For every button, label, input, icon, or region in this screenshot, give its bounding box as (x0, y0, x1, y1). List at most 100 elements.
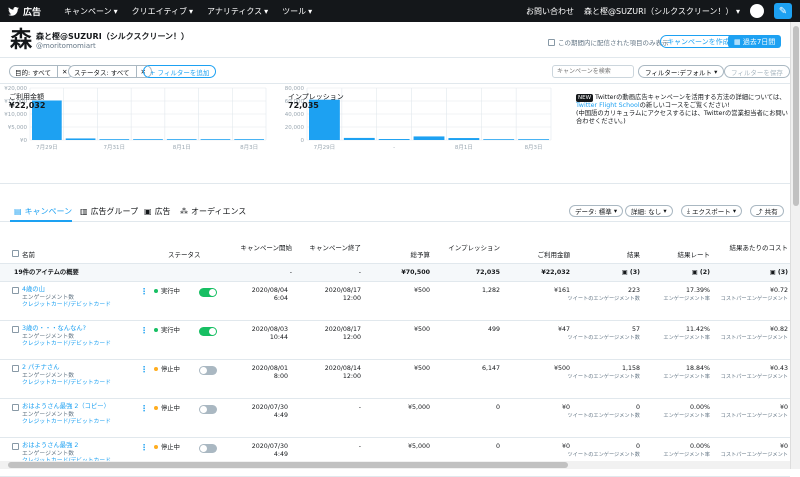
header-name[interactable]: 名前 (22, 251, 35, 259)
status-badge: 実行中 (154, 327, 180, 335)
table-row[interactable]: おはようさん最強 2（コピー） エンゲージメント数 クレジットカード/デビットカ… (0, 399, 790, 438)
date-range-button[interactable]: ▦ 過去7日間 (728, 35, 781, 48)
compose-tweet-icon[interactable]: ✎ (774, 3, 792, 19)
impressions-value: 499 (448, 326, 500, 334)
info-icon: ▣ (692, 269, 698, 276)
notice-text: Twitterの動画広告キャンペーンを活用する方法の詳細については、 (595, 94, 786, 101)
campaign-toggle[interactable] (199, 366, 217, 375)
more-options-icon[interactable]: ⋮ (140, 326, 148, 335)
more-options-icon[interactable]: ⋮ (140, 287, 148, 296)
results-value: 0 (576, 404, 640, 412)
more-options-icon[interactable]: ⋮ (140, 404, 148, 413)
checkbox-icon[interactable] (12, 443, 19, 450)
filter-default-dropdown[interactable]: フィルター:デフォルト ▾ (638, 65, 724, 78)
campaign-toggle[interactable] (199, 444, 217, 453)
campaign-name-link[interactable]: おはようさん最強 2（コピー） (22, 403, 110, 411)
chevron-down-icon: ▾ (733, 207, 736, 215)
nav-creatives[interactable]: クリエイティブ▾ (132, 6, 193, 17)
cost-sub: コストパーエンゲージメント (712, 373, 788, 381)
row-checkbox[interactable] (12, 287, 19, 297)
header-rate[interactable]: 結果レート (656, 251, 710, 259)
info-icon: ▣ (622, 269, 628, 276)
summary-results: ▣ (3) (586, 269, 640, 277)
vertical-scrollbar[interactable] (790, 22, 800, 469)
save-filter-button[interactable]: フィルターを保存 (724, 65, 790, 78)
more-options-icon[interactable]: ⋮ (140, 443, 148, 452)
account-switcher[interactable]: 森と樫@SUZURI（シルクスクリーン！） ▾ (584, 6, 740, 17)
data-dropdown[interactable]: データ: 標準 ▾ (569, 205, 623, 217)
select-all-checkbox[interactable] (12, 250, 19, 259)
campaign-name-link[interactable]: 3歳の・・・なんなん? (22, 325, 86, 333)
checkbox-icon[interactable] (12, 326, 19, 333)
tab-ad-groups[interactable]: ▥広告グループ (80, 206, 138, 217)
checkbox-icon[interactable] (548, 39, 555, 46)
row-checkbox[interactable] (12, 404, 19, 414)
scrollbar-thumb[interactable] (8, 462, 568, 468)
audience-icon: ⁂ (180, 207, 188, 216)
flight-school-link[interactable]: Twitter Flight School (576, 102, 640, 109)
results-value: 223 (576, 287, 640, 295)
header-cost[interactable]: 結果あたりのコスト (728, 244, 788, 252)
row-checkbox[interactable] (12, 326, 19, 336)
add-filter-button[interactable]: + フィルターを追加 (143, 65, 216, 78)
checkbox-icon[interactable] (12, 250, 19, 257)
header-results[interactable]: 結果 (586, 251, 640, 259)
header-impressions[interactable]: インプレッション (448, 244, 500, 252)
table-row[interactable]: 2 パチナさん エンゲージメント数 クレジットカード/デビットカード ⋮ 停止中… (0, 360, 790, 399)
more-options-icon[interactable]: ⋮ (140, 365, 148, 374)
tab-audiences[interactable]: ⁂オーディエンス (180, 206, 246, 217)
cost-sub: コストパーエンゲージメント (712, 295, 788, 303)
period-only-checkbox[interactable]: この期間内に配信された項目のみ表示 (548, 37, 669, 47)
summary-cost: ▣ (3) (728, 269, 788, 277)
create-campaign-button[interactable]: キャンペーンを作成 (660, 35, 737, 48)
table-row[interactable]: 3歳の・・・なんなん? エンゲージメント数 クレジットカード/デビットカード ⋮… (0, 321, 790, 360)
campaign-name-link[interactable]: 2 パチナさん (22, 364, 60, 372)
end-time: 12:00 (305, 334, 361, 342)
campaign-toggle[interactable] (199, 405, 217, 414)
filter-chip-objective[interactable]: 目的: すべて✕ (9, 65, 74, 78)
header-budget[interactable]: 総予算 (380, 251, 430, 259)
nav-campaigns[interactable]: キャンペーン▾ (64, 6, 118, 17)
nav-label: キャンペーン (64, 6, 112, 17)
campaign-toggle[interactable] (199, 327, 217, 336)
campaign-funding[interactable]: クレジットカード/デビットカード (22, 418, 111, 426)
help-link[interactable]: お問い合わせ (526, 6, 574, 17)
start-time: 4:49 (232, 412, 288, 420)
row-checkbox[interactable] (12, 443, 19, 453)
campaign-name-link[interactable]: おはようさん最強 2 (22, 442, 78, 450)
table-row[interactable]: おはようさん最強 2 エンゲージメント数 クレジットカード/デビットカード ⋮ … (0, 438, 790, 477)
calendar-icon: ▦ (734, 38, 743, 46)
campaign-search-input[interactable] (552, 65, 634, 78)
share-button[interactable]: ⤴ 共有 (750, 205, 784, 217)
campaign-funding[interactable]: クレジットカード/デビットカード (22, 340, 111, 348)
close-icon[interactable]: ✕ (57, 66, 67, 77)
export-button[interactable]: ⤓ エクスポート ▾ (681, 205, 742, 217)
tab-ads[interactable]: ▣広告 (144, 206, 171, 217)
checkbox-icon[interactable] (12, 404, 19, 411)
horizontal-scrollbar[interactable] (0, 461, 790, 469)
header-end[interactable]: キャンペーン終了 (305, 244, 361, 252)
header-spend[interactable]: ご利用金額 (518, 251, 570, 259)
chevron-down-icon: ▾ (614, 207, 617, 215)
scrollbar-thumb[interactable] (793, 26, 799, 206)
y-tick-label: ¥5,000 (8, 125, 28, 131)
row-checkbox[interactable] (12, 365, 19, 375)
brand[interactable]: 広告 (0, 5, 64, 18)
filter-chip-status[interactable]: ステータス: すべて✕ (68, 65, 152, 78)
detail-dropdown[interactable]: 詳細: なし ▾ (625, 205, 673, 217)
nav-analytics[interactable]: アナリティクス▾ (207, 6, 268, 17)
header-status[interactable]: ステータス (168, 251, 201, 259)
campaign-toggle[interactable] (199, 288, 217, 297)
nav-label: クリエイティブ (132, 6, 187, 17)
nav-tools[interactable]: ツール▾ (282, 6, 312, 17)
campaign-funding[interactable]: クレジットカード/デビットカード (22, 379, 111, 387)
checkbox-icon[interactable] (12, 365, 19, 372)
campaign-funding[interactable]: クレジットカード/デビットカード (22, 301, 111, 309)
checkbox-icon[interactable] (12, 287, 19, 294)
tab-label: 広告 (155, 206, 171, 217)
table-row[interactable]: 4歳の山 エンゲージメント数 クレジットカード/デビットカード ⋮ 実行中 20… (0, 282, 790, 321)
header-start[interactable]: キャンペーン開始 (232, 244, 292, 252)
campaign-name-link[interactable]: 4歳の山 (22, 286, 45, 294)
tab-campaigns[interactable]: ▤キャンペーン (14, 206, 72, 217)
avatar[interactable] (750, 4, 764, 18)
